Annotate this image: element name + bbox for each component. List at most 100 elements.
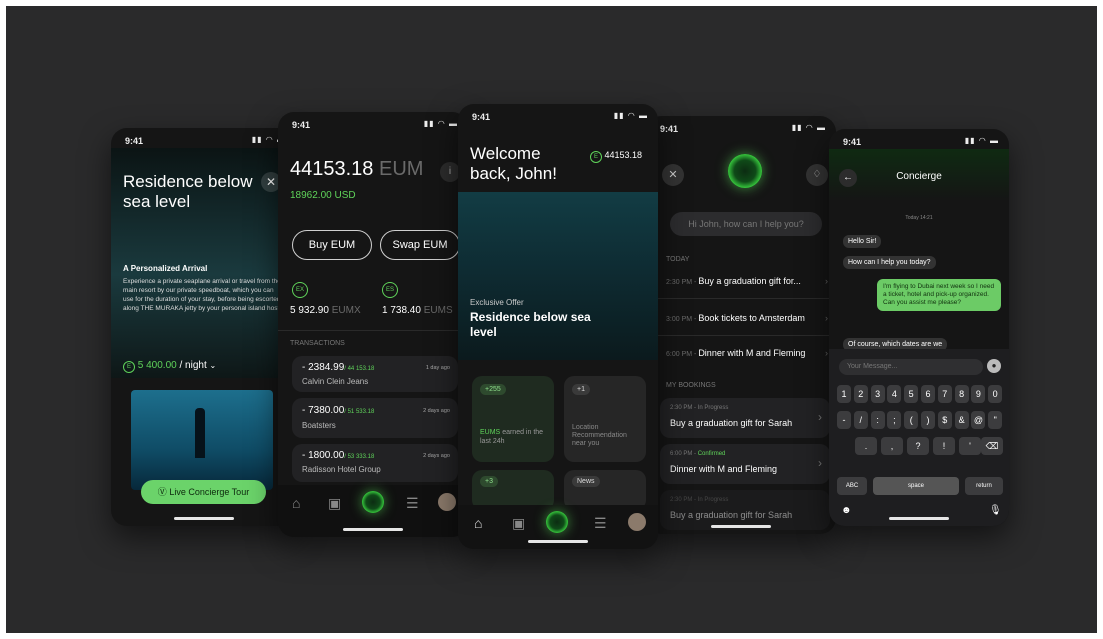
booking-card[interactable]: 2:30 PM - In Progress Buy a graduation g… [660,490,830,530]
balance-badge[interactable]: Ε 44153.18 [590,150,642,163]
phone-concierge-chat: 9:41 ▮▮ ◠ ▬ ← Concierge Today 14:21 Hell… [829,129,1009,526]
item-text: Buy a graduation gift for... [698,276,801,286]
item-time: 6:00 PM [666,351,693,358]
tile-badge: News [572,476,600,487]
key-abc[interactable]: ABC [837,477,867,495]
signal-wifi-battery-icon: ▮▮ ◠ ▬ [423,119,458,128]
keyboard-key[interactable]: 8 [954,385,969,403]
status-time: 9:41 [125,136,144,146]
key-return[interactable]: return [965,477,1003,495]
close-icon: ✕ [265,175,277,189]
home-indicator [711,525,771,528]
keyboard-key[interactable]: 9 [971,385,986,403]
keyboard-key[interactable]: 4 [887,385,902,403]
profile-avatar[interactable] [628,513,646,531]
close-button[interactable]: ✕ [662,164,684,186]
booking-card[interactable]: 2:30 PM - In Progress Buy a graduation g… [660,398,830,438]
keyboard-key[interactable]: " [988,411,1003,429]
booking-status: In Progress [697,497,729,503]
concierge-orb-button[interactable] [362,491,384,513]
balance-unit: EUM [378,158,424,180]
keyboard-key[interactable]: 1 [837,385,851,403]
news-tile[interactable]: News [564,470,646,510]
keyboard-key[interactable]: ( [904,411,919,429]
live-concierge-tour-button[interactable]: Ⓥ Live Concierge Tour [141,480,266,504]
divider [646,335,836,336]
eum-coin-icon: Ε [590,151,602,163]
today-item[interactable]: 3:00 PM - Book tickets to Amsterdam › [666,313,828,323]
tile-badge: +255 [480,384,506,395]
assistant-prompt-input[interactable]: Hi John, how can I help you? [670,212,822,236]
booking-time: 2:30 PM [670,405,693,411]
today-item[interactable]: 6:00 PM - Dinner with M and Fleming › [666,348,828,358]
home-tab-icon[interactable]: ⌂ [474,515,482,531]
keyboard-key[interactable]: : [870,411,885,429]
wallet-tab-icon[interactable]: ▣ [512,515,525,532]
microphone-icon[interactable]: 🎙 [989,505,1002,516]
keyboard-key[interactable]: 5 [904,385,919,403]
keyboard-key[interactable]: ' [959,437,981,455]
rewards-tile[interactable]: +3 [472,470,554,510]
section-text: Experience a private seaplane arrival or… [123,278,282,312]
keyboard-key[interactable]: - [837,411,851,429]
keyboard-key[interactable]: $ [937,411,952,429]
phone-home-dashboard: 9:41 ▮▮ ◠ ▬ Welcome back, John! Ε 44153.… [458,104,658,549]
buy-eum-button[interactable]: Buy EUM [292,230,372,260]
keyboard-key[interactable]: ; [887,411,902,429]
booking-card[interactable]: 6:00 PM - Confirmed Dinner with M and Fl… [660,444,830,484]
home-tab-icon[interactable]: ⌂ [292,495,300,511]
today-item[interactable]: 2:30 PM - Buy a graduation gift for... › [666,276,828,286]
swap-eum-button[interactable]: Swap EUM [380,230,460,260]
home-indicator [343,528,403,531]
voice-button[interactable]: ● [987,359,1001,373]
keyboard-key[interactable]: @ [971,411,986,429]
underwater-photo [131,390,273,490]
booking-title: Buy a graduation gift for Sarah [670,510,793,520]
profile-avatar[interactable] [438,493,456,511]
section-title: A Personalized Arrival [123,264,208,273]
key-space[interactable]: space [873,477,959,495]
keyboard-key[interactable]: ? [907,437,929,455]
emoji-icon[interactable]: ☻ [841,505,852,516]
location-recommendation-tile[interactable]: +1 Location Recommendation near you [564,376,646,462]
price-unit: / night [179,360,207,371]
transaction-amount: - 1800.00 [302,450,345,461]
showcase-background: 9:41 ▮▮ ◠ ▬ Residence below sea level ✕ … [6,6,1097,633]
list-tab-icon[interactable]: ☰ [406,495,419,512]
keyboard-key[interactable]: & [954,411,969,429]
keyboard-key[interactable]: 2 [853,385,868,403]
transaction-amount-line: - 1800.00/ 53 333.18 [302,450,374,461]
keyboard-key[interactable]: 3 [870,385,885,403]
keyboard-key[interactable]: 6 [921,385,935,403]
keyboard-key[interactable]: / [853,411,868,429]
concierge-orb-button[interactable] [546,511,568,533]
eumx-token-icon: EX [292,282,308,298]
balance-value: 44153.18 [290,158,374,180]
divider [278,330,468,331]
keyboard-key[interactable]: 0 [988,385,1003,403]
chevron-right-icon: › [825,276,828,286]
price-row[interactable]: Ε 5 400.00 / night ⌄ [123,360,216,373]
list-tab-icon[interactable]: ☰ [594,515,607,532]
status-time: 9:41 [660,124,679,134]
keyboard-key[interactable]: 7 [937,385,952,403]
message-input[interactable]: Your Message... [839,359,983,375]
chat-bubble-user: I'm flying to Dubai next week so I need … [877,279,1001,311]
notifications-button[interactable]: ♢ [806,164,828,186]
exclusive-offer-card[interactable]: Exclusive Offer Residence below sea leve… [458,192,658,360]
keyboard-key[interactable]: . [855,437,877,455]
transaction-item[interactable]: - 2384.99/ 44 153.18 1 day ago Calvin Cl… [292,356,458,392]
home-indicator [173,517,234,520]
backspace-icon[interactable]: ⌫ [981,437,1003,455]
transaction-item[interactable]: - 1800.00/ 53 333.18 2 days ago Radisson… [292,444,458,482]
keyboard-key[interactable]: ! [933,437,955,455]
info-button[interactable]: i [440,162,460,182]
keyboard-key[interactable]: , [881,437,903,455]
wallet-tab-icon[interactable]: ▣ [328,495,341,512]
keyboard-key[interactable]: ) [921,411,935,429]
info-icon: i [448,166,452,177]
transaction-amount: - 7380.00 [302,405,345,416]
transaction-amount-line: - 2384.99/ 44 153.18 [302,362,374,373]
transaction-item[interactable]: - 7380.00/ 51 533.18 2 days ago Boatster… [292,398,458,438]
eums-earned-tile[interactable]: +255 EUMS earned in the last 24h [472,376,554,462]
